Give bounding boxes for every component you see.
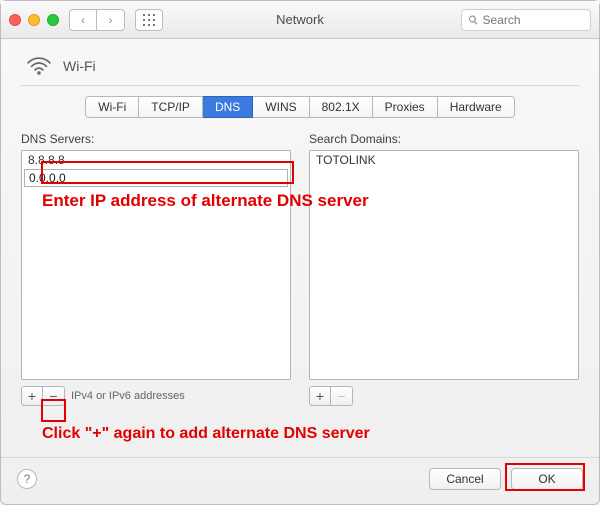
search-icon bbox=[468, 14, 479, 26]
list-item[interactable]: 8.8.8.8 bbox=[22, 151, 290, 169]
domains-add-button[interactable]: + bbox=[309, 386, 331, 406]
window: ‹ › Network bbox=[0, 0, 600, 505]
footer: ? Cancel OK bbox=[1, 457, 599, 504]
tab-wifi[interactable]: Wi-Fi bbox=[85, 96, 139, 118]
grid-icon bbox=[143, 14, 155, 26]
minus-icon: − bbox=[337, 388, 345, 404]
connection-name: Wi-Fi bbox=[63, 58, 96, 74]
dns-column: DNS Servers: 8.8.8.8 + − bbox=[21, 132, 291, 406]
domains-column: Search Domains: TOTOLINK + − bbox=[309, 132, 579, 406]
help-button[interactable]: ? bbox=[17, 469, 37, 489]
tabs: Wi-Fi TCP/IP DNS WINS 802.1X Proxies Har… bbox=[21, 96, 579, 118]
chevron-right-icon: › bbox=[109, 13, 113, 27]
close-window-button[interactable] bbox=[9, 14, 21, 26]
dns-label: DNS Servers: bbox=[21, 132, 291, 146]
footer-buttons: Cancel OK bbox=[429, 468, 583, 490]
columns: DNS Servers: 8.8.8.8 + − bbox=[21, 132, 579, 406]
plus-icon: + bbox=[316, 388, 324, 404]
ok-button[interactable]: OK bbox=[511, 468, 583, 490]
help-icon: ? bbox=[24, 472, 31, 486]
divider bbox=[21, 85, 579, 86]
tab-tcpip[interactable]: TCP/IP bbox=[139, 96, 203, 118]
domains-add-remove: + − bbox=[309, 386, 353, 406]
cancel-button[interactable]: Cancel bbox=[429, 468, 501, 490]
domains-remove-button[interactable]: − bbox=[331, 386, 353, 406]
dns-add-button[interactable]: + bbox=[21, 386, 43, 406]
tab-8021x[interactable]: 802.1X bbox=[310, 96, 373, 118]
list-item-editing[interactable] bbox=[24, 169, 288, 187]
tab-hardware[interactable]: Hardware bbox=[438, 96, 515, 118]
connection-header: Wi-Fi bbox=[21, 55, 579, 77]
show-all-button[interactable] bbox=[135, 9, 163, 31]
back-button[interactable]: ‹ bbox=[69, 9, 97, 31]
domains-listbox[interactable]: TOTOLINK bbox=[309, 150, 579, 380]
chevron-left-icon: ‹ bbox=[81, 13, 85, 27]
annotation-text-2: Click "+" again to add alternate DNS ser… bbox=[42, 425, 370, 443]
list-item[interactable]: TOTOLINK bbox=[310, 151, 578, 169]
domains-controls: + − bbox=[309, 386, 579, 406]
minus-icon: − bbox=[49, 388, 57, 404]
tab-wins[interactable]: WINS bbox=[253, 96, 309, 118]
nav-buttons: ‹ › bbox=[69, 9, 125, 31]
dns-controls: + − IPv4 or IPv6 addresses bbox=[21, 386, 291, 406]
domains-label: Search Domains: bbox=[309, 132, 579, 146]
dns-add-remove: + − bbox=[21, 386, 65, 406]
minimize-window-button[interactable] bbox=[28, 14, 40, 26]
dns-hint: IPv4 or IPv6 addresses bbox=[71, 390, 185, 402]
tab-proxies[interactable]: Proxies bbox=[373, 96, 438, 118]
dns-remove-button[interactable]: − bbox=[43, 386, 65, 406]
tab-dns[interactable]: DNS bbox=[203, 96, 253, 118]
search-field[interactable] bbox=[461, 9, 591, 31]
window-controls bbox=[9, 14, 59, 26]
body: Wi-Fi Wi-Fi TCP/IP DNS WINS 802.1X Proxi… bbox=[1, 39, 599, 418]
dns-entry-input[interactable] bbox=[25, 170, 287, 186]
plus-icon: + bbox=[28, 388, 36, 404]
search-input[interactable] bbox=[483, 13, 585, 27]
dns-listbox[interactable]: 8.8.8.8 bbox=[21, 150, 291, 380]
forward-button[interactable]: › bbox=[97, 9, 125, 31]
titlebar: ‹ › Network bbox=[1, 1, 599, 39]
zoom-window-button[interactable] bbox=[47, 14, 59, 26]
wifi-icon bbox=[25, 55, 53, 77]
